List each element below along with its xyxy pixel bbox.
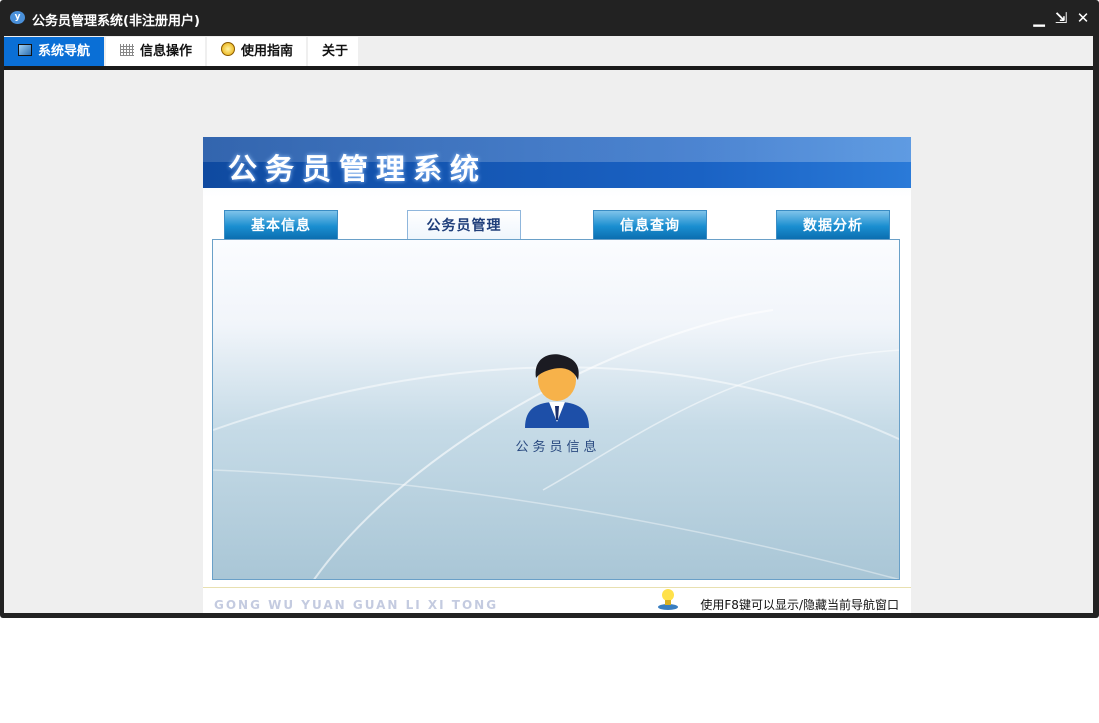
help-icon	[221, 42, 235, 56]
tab-about[interactable]: 关于	[308, 37, 358, 66]
close-button[interactable]: ✕	[1075, 9, 1091, 27]
banner: 公务员管理系统	[203, 137, 911, 188]
tab-data-analysis[interactable]: 数据分析	[776, 210, 890, 240]
tab-info-ops[interactable]: 信息操作	[106, 37, 205, 66]
staff-info-item[interactable]: 公务员信息	[503, 436, 613, 455]
window-title: 公务员管理系统(非注册用户)	[32, 14, 200, 29]
banner-title: 公务员管理系统	[228, 152, 488, 186]
app-window: y 公务员管理系统(非注册用户) ▁ ⇲ ✕ 系统导航 信息操作 使用指南 关于…	[0, 0, 1099, 618]
tab-system-nav[interactable]: 系统导航	[4, 37, 104, 66]
tab-basic-info[interactable]: 基本信息	[224, 210, 338, 240]
footer-pinyin: GONG WU YUAN GUAN LI XI TONG	[214, 598, 499, 612]
tab-label: 关于	[322, 44, 349, 59]
tab-info-query[interactable]: 信息查询	[593, 210, 707, 240]
navigation-panel: 公务员管理系统 基本信息 公务员管理 信息查询 数据分析 公务员信息 GONG …	[203, 137, 911, 613]
tab-guide[interactable]: 使用指南	[207, 37, 306, 66]
monitor-icon	[18, 44, 32, 56]
minimize-button[interactable]: ▁	[1031, 9, 1047, 27]
tab-label: 信息操作	[140, 44, 193, 59]
restore-button[interactable]: ⇲	[1053, 9, 1069, 27]
tab-staff-management[interactable]: 公务员管理	[407, 210, 521, 241]
footer: GONG WU YUAN GUAN LI XI TONG 使用F8键可以显示/隐…	[203, 587, 911, 613]
menu-bar: 系统导航 信息操作 使用指南 关于	[4, 36, 1093, 66]
lightbulb-icon	[658, 589, 678, 610]
person-icon[interactable]	[521, 352, 593, 428]
app-logo-icon: y	[10, 11, 25, 24]
tab-content: 公务员信息	[212, 239, 900, 580]
tab-label: 系统导航	[38, 44, 91, 59]
title-bar: y 公务员管理系统(非注册用户) ▁ ⇲ ✕	[0, 0, 1099, 36]
f8-hint: 使用F8键可以显示/隐藏当前导航窗口	[700, 598, 899, 612]
grid-icon	[120, 44, 134, 56]
tab-label: 使用指南	[241, 44, 294, 59]
